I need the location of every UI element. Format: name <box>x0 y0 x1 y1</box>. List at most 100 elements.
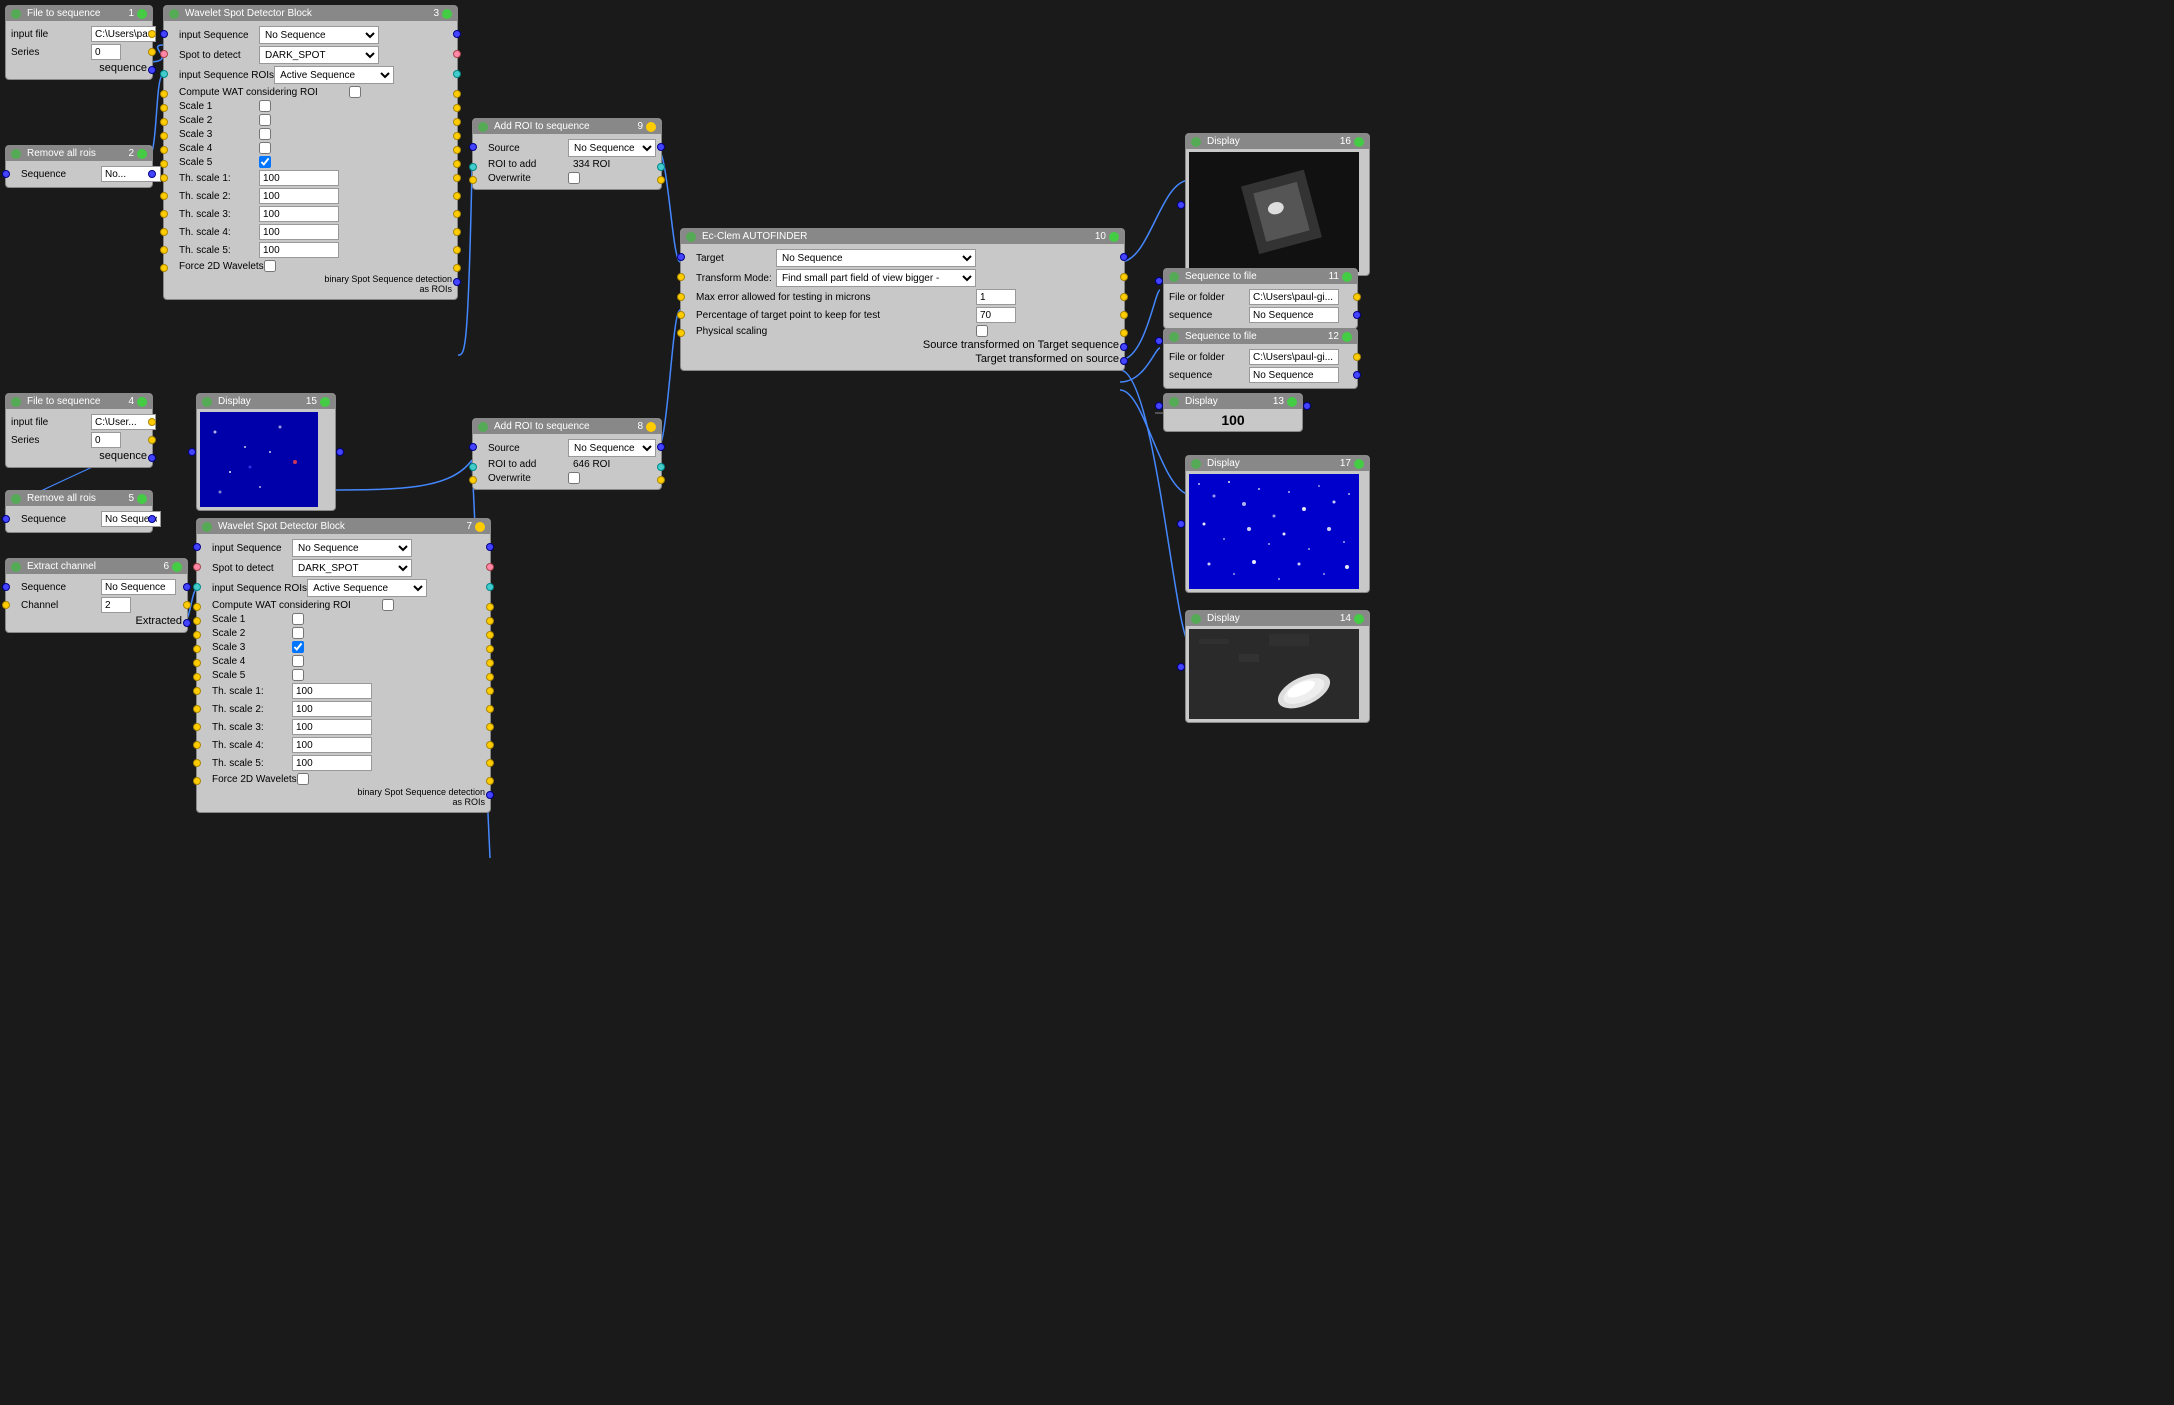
th2-field-3[interactable] <box>259 188 339 204</box>
input-seq-out-conn-3 <box>453 30 461 38</box>
play-icon-2[interactable] <box>11 149 21 159</box>
overwrite-check-8[interactable] <box>568 472 580 484</box>
scale3-check-7[interactable] <box>292 641 304 653</box>
th1-row-3: Th. scale 1: <box>169 170 452 186</box>
sequence-output-label: sequence <box>99 62 147 74</box>
force2d-check-3[interactable] <box>264 260 276 272</box>
channel-row-6: Channel <box>11 597 182 613</box>
force2d-conn-7 <box>193 777 201 785</box>
play-icon-3[interactable] <box>169 9 179 19</box>
source-out-conn-9 <box>657 143 665 151</box>
display-16-body <box>1186 149 1369 275</box>
spot-select-3[interactable]: DARK_SPOT <box>259 46 379 64</box>
th3-label-3: Th. scale 3: <box>179 209 259 220</box>
extract-channel-6-title: Extract channel <box>27 561 96 572</box>
th5-label-3: Th. scale 5: <box>179 245 259 256</box>
add-roi-8-title: Add ROI to sequence <box>494 421 590 432</box>
seq-field-12[interactable] <box>1249 367 1339 383</box>
file-folder-field-11[interactable] <box>1249 289 1339 305</box>
roi-conn-7 <box>193 583 201 591</box>
play-icon-16[interactable] <box>1191 137 1201 147</box>
wat-check-3[interactable] <box>349 86 361 98</box>
th5-field-3[interactable] <box>259 242 339 258</box>
seq-field-6[interactable] <box>101 579 176 595</box>
play-icon-4[interactable] <box>11 397 21 407</box>
input-seq-select-3[interactable]: No Sequence <box>259 26 379 44</box>
th3-field-3[interactable] <box>259 206 339 222</box>
input-seq-select-7[interactable]: No Sequence <box>292 539 412 557</box>
seq-out-connector <box>148 66 156 74</box>
scale4-check-3[interactable] <box>259 142 271 154</box>
status-dot-2 <box>137 149 147 159</box>
seq-to-file-11-header: Sequence to file 11 <box>1164 269 1357 284</box>
scale4-conn-3 <box>160 146 168 154</box>
seq-to-file-11-block: Sequence to file 11 File or folder seque… <box>1163 268 1358 329</box>
play-icon-14[interactable] <box>1191 614 1201 624</box>
input-file-label-4: input file <box>11 417 91 428</box>
series-field[interactable] <box>91 44 121 60</box>
play-icon-8[interactable] <box>478 422 488 432</box>
channel-field-6[interactable] <box>101 597 131 613</box>
binary-spot-row-7: binary Spot Sequence detection as ROIs <box>202 787 485 807</box>
roi-select-7[interactable]: Active Sequence <box>307 579 427 597</box>
file-to-seq-4-body: input file Series sequence <box>6 409 152 467</box>
input-file-field-4[interactable] <box>91 414 156 430</box>
play-icon-15[interactable] <box>202 397 212 407</box>
th3-out-conn-7 <box>486 723 494 731</box>
channel-conn-6 <box>2 601 10 609</box>
target-select-10[interactable]: No Sequence <box>776 249 976 267</box>
scale5-check-7[interactable] <box>292 669 304 681</box>
seq-row-5: Sequence <box>11 511 147 527</box>
th1-field-3[interactable] <box>259 170 339 186</box>
scale5-check-3[interactable] <box>259 156 271 168</box>
extracted-label-6: Extracted <box>136 615 182 627</box>
play-icon-9[interactable] <box>478 122 488 132</box>
scale1-conn-7 <box>193 617 201 625</box>
play-icon-17[interactable] <box>1191 459 1201 469</box>
roi-select-3[interactable]: Active Sequence <box>274 66 394 84</box>
th1-field-7[interactable] <box>292 683 372 699</box>
play-icon-7[interactable] <box>202 522 212 532</box>
input-file-conn-4 <box>148 418 156 426</box>
play-icon-12[interactable] <box>1169 332 1179 342</box>
physical-check-10[interactable] <box>976 325 988 337</box>
input-file-field[interactable] <box>91 26 156 42</box>
transform-select-10[interactable]: Find small part field of view bigger - <box>776 269 976 287</box>
pct-field-10[interactable] <box>976 307 1016 323</box>
th3-field-7[interactable] <box>292 719 372 735</box>
play-icon-13[interactable] <box>1169 397 1179 407</box>
series-row: Series <box>11 44 147 60</box>
scale2-row-3: Scale 2 <box>169 114 452 126</box>
maxerror-field-10[interactable] <box>976 289 1016 305</box>
scale1-check-3[interactable] <box>259 100 271 112</box>
play-icon-1[interactable] <box>11 9 21 19</box>
scale3-check-3[interactable] <box>259 128 271 140</box>
play-icon-5[interactable] <box>11 494 21 504</box>
spot-detect-row-3: Spot to detect DARK_SPOT <box>169 46 452 64</box>
play-icon-11[interactable] <box>1169 272 1179 282</box>
seq-field-11[interactable] <box>1249 307 1339 323</box>
block-num-3: 3 <box>433 8 439 19</box>
scale1-check-7[interactable] <box>292 613 304 625</box>
scale4-check-7[interactable] <box>292 655 304 667</box>
play-icon-10[interactable] <box>686 232 696 242</box>
overwrite-conn-8 <box>469 476 477 484</box>
source-select-9[interactable]: No Sequence <box>568 139 656 157</box>
play-icon-6[interactable] <box>11 562 21 572</box>
overwrite-check-9[interactable] <box>568 172 580 184</box>
th2-field-7[interactable] <box>292 701 372 717</box>
spot-select-7[interactable]: DARK_SPOT <box>292 559 412 577</box>
file-folder-field-12[interactable] <box>1249 349 1339 365</box>
target-row-10: Target No Sequence <box>686 249 1119 267</box>
transform-label-10: Transform Mode: <box>696 273 776 284</box>
th5-field-7[interactable] <box>292 755 372 771</box>
scale2-check-3[interactable] <box>259 114 271 126</box>
status-dot-11 <box>1342 272 1352 282</box>
force2d-check-7[interactable] <box>297 773 309 785</box>
th4-field-3[interactable] <box>259 224 339 240</box>
wat-check-7[interactable] <box>382 599 394 611</box>
series-field-4[interactable] <box>91 432 121 448</box>
scale2-check-7[interactable] <box>292 627 304 639</box>
th4-field-7[interactable] <box>292 737 372 753</box>
source-select-8[interactable]: No Sequence <box>568 439 656 457</box>
